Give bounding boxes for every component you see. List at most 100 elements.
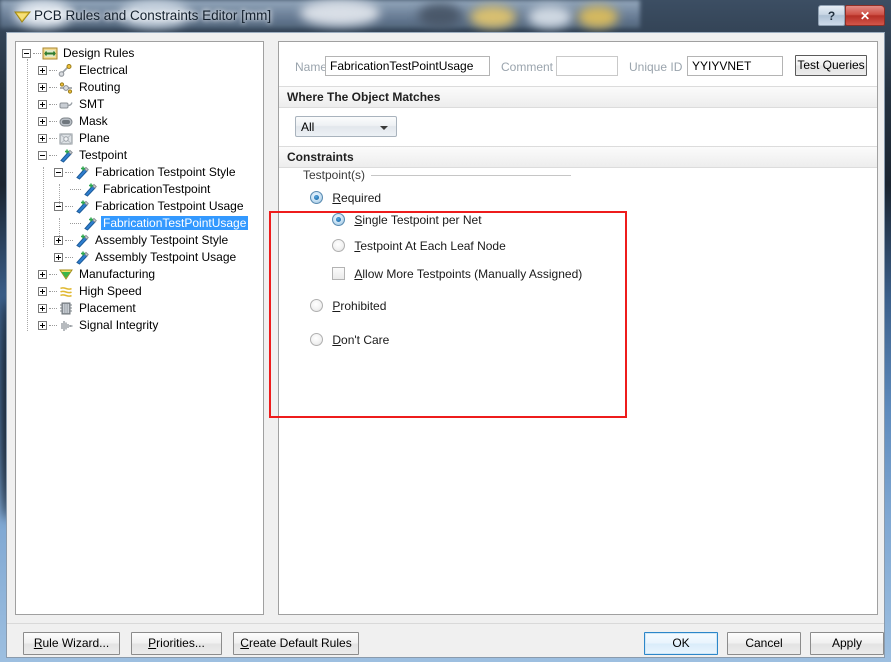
tree-expander-minus-icon[interactable] [22, 49, 31, 59]
cancel-button[interactable]: Cancel [727, 632, 801, 655]
name-label: Name [295, 60, 328, 74]
help-button[interactable]: ? [818, 5, 845, 26]
apply-button[interactable]: Apply [810, 632, 884, 655]
tree-item[interactable]: Placement [16, 300, 263, 317]
altium-pcb-icon [14, 11, 32, 23]
prohibited-radio-label: Prohibited [332, 298, 387, 313]
tree-guide-line [59, 184, 61, 206]
dont-care-radio[interactable]: Don't Care [310, 332, 389, 347]
rule-wizard-button[interactable]: Rule Wizard... [23, 632, 120, 655]
panel-splitter[interactable] [269, 41, 277, 615]
testpoint-rule-icon [82, 216, 98, 231]
tree-guide [49, 69, 57, 72]
tree-expander-plus-icon[interactable] [38, 117, 47, 127]
tree-expander-minus-icon[interactable] [38, 151, 47, 161]
scope-select[interactable]: All [295, 116, 397, 137]
close-button[interactable]: ✕ [845, 5, 885, 26]
test-queries-button[interactable]: Test Queries [795, 55, 867, 76]
tree-item[interactable]: Routing [16, 79, 263, 96]
tree-expander-plus-icon[interactable] [38, 321, 47, 331]
tree-item[interactable]: Signal Integrity [16, 317, 263, 334]
tree-item[interactable]: Fabrication Testpoint Usage [16, 198, 263, 215]
routing-icon [58, 80, 74, 95]
tree-expander-plus-icon[interactable] [38, 134, 47, 144]
tree-expander-plus-icon[interactable] [38, 287, 47, 297]
design-rules-icon [42, 46, 58, 61]
title-bar: PCB Rules and Constraints Editor [mm] ? … [6, 4, 885, 32]
tree-item-label: Manufacturing [79, 267, 156, 282]
prohibited-radio[interactable]: Prohibited [310, 298, 386, 313]
tree-item[interactable]: SMT [16, 96, 263, 113]
single-testpoint-per-net-radio[interactable]: Single Testpoint per Net [332, 212, 482, 227]
tree-item[interactable]: Manufacturing [16, 266, 263, 283]
unique-id-input[interactable] [687, 56, 783, 76]
testpoint-at-each-leaf-node-radio-label: Testpoint At Each Leaf Node [354, 238, 506, 253]
tree-guide [65, 256, 73, 259]
tree-item[interactable]: Plane [16, 130, 263, 147]
tree-expander-plus-icon[interactable] [38, 83, 47, 93]
required-radio-label: Required [332, 190, 382, 205]
tree-item[interactable]: Mask [16, 113, 263, 130]
required-radio[interactable]: Required [310, 190, 381, 205]
tree-expander-plus-icon[interactable] [38, 100, 47, 110]
tree-item[interactable]: Assembly Testpoint Style [16, 232, 263, 249]
tree-item[interactable]: FabricationTestpoint [16, 181, 263, 198]
tree-item[interactable]: Electrical [16, 62, 263, 79]
tree-guide [49, 120, 57, 123]
tree-item[interactable]: FabricationTestPointUsage [16, 215, 263, 232]
high-speed-icon [58, 284, 74, 299]
tree-guide-line [59, 218, 61, 240]
testpoint-icon [74, 165, 90, 180]
tree-item-label: Testpoint [79, 148, 128, 163]
allow-more-testpoints-checkbox[interactable]: Allow More Testpoints (Manually Assigned… [332, 266, 582, 281]
ok-button[interactable]: OK [644, 632, 718, 655]
pcb-rules-editor-window: PCB Rules and Constraints Editor [mm] ? … [6, 4, 885, 658]
tree-guide [70, 188, 81, 191]
tree-item[interactable]: Design Rules [16, 45, 263, 62]
tree-expander-minus-icon[interactable] [54, 168, 63, 178]
tree-item[interactable]: High Speed [16, 283, 263, 300]
constraints-header: Constraints [279, 146, 877, 168]
tree-expander-plus-icon[interactable] [38, 66, 47, 76]
tree-item-label: Mask [79, 114, 108, 129]
single-testpoint-per-net-radio-label: Single Testpoint per Net [354, 212, 482, 227]
tree-item[interactable]: Assembly Testpoint Usage [16, 249, 263, 266]
comment-input[interactable] [556, 56, 618, 76]
tree-item-label: Design Rules [63, 46, 135, 61]
tree-item-label: Assembly Testpoint Usage [95, 250, 237, 265]
tree-item-label: Fabrication Testpoint Usage [95, 199, 244, 214]
window-title: PCB Rules and Constraints Editor [mm] [34, 8, 272, 23]
create-default-rules-button[interactable]: Create Default Rules [233, 632, 359, 655]
tree-item-label: Fabrication Testpoint Style [95, 165, 236, 180]
single-testpoint-per-net-radio-indicator [332, 213, 345, 227]
priorities-button[interactable]: Priorities... [131, 632, 222, 655]
placement-icon [58, 301, 74, 316]
tree-item-label: FabricationTestPointUsage [101, 216, 249, 231]
unique-id-label: Unique ID [629, 60, 683, 74]
where-object-matches-header: Where The Object Matches [279, 86, 877, 108]
tree-guide [49, 324, 57, 327]
tree-expander-plus-icon[interactable] [38, 270, 47, 280]
group-divider [371, 175, 571, 176]
testpoint-icon [58, 148, 74, 163]
tree-item[interactable]: Fabrication Testpoint Style [16, 164, 263, 181]
mask-icon [58, 114, 74, 129]
tree-guide [49, 154, 57, 157]
tree-item-label: Electrical [79, 63, 128, 78]
tree-guide-line [27, 59, 29, 331]
testpoint-icon [74, 250, 90, 265]
tree-item-label: Routing [79, 80, 121, 95]
required-radio-indicator [310, 191, 323, 205]
tree-expander-plus-icon[interactable] [38, 304, 47, 314]
tree-item[interactable]: Testpoint [16, 147, 263, 164]
name-input[interactable] [325, 56, 490, 76]
testpoint-at-each-leaf-node-radio[interactable]: Testpoint At Each Leaf Node [332, 238, 506, 253]
electrical-icon [58, 63, 74, 78]
scope-select-value: All [301, 120, 315, 134]
tree-guide [33, 52, 41, 55]
dont-care-radio-label: Don't Care [332, 332, 390, 347]
tree-expander-plus-icon[interactable] [54, 253, 63, 263]
design-rules-tree[interactable]: Design Rules Electrical Routing SMT Mask… [15, 41, 264, 615]
plane-icon [58, 131, 74, 146]
comment-label: Comment [501, 60, 554, 74]
